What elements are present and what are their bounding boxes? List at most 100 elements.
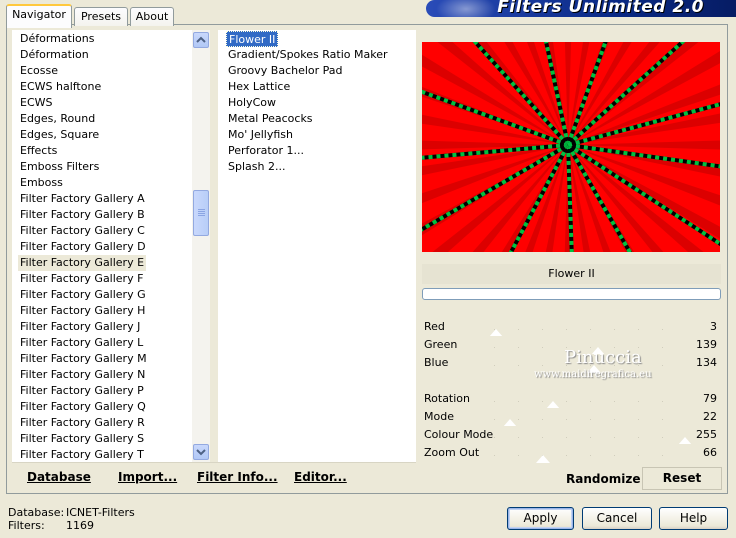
category-item[interactable]: Emboss Filters	[18, 159, 101, 175]
slider-zoom-out[interactable]: Zoom Out 66	[422, 444, 721, 463]
slider-knob[interactable]	[536, 455, 551, 463]
filter-item[interactable]: Mo' Jellyfish	[226, 127, 295, 143]
grip-icon	[198, 209, 205, 217]
category-item[interactable]: Edges, Round	[18, 111, 97, 127]
category-item[interactable]: ECWS	[18, 95, 55, 111]
filter-item[interactable]: Metal Peacocks	[226, 111, 315, 127]
filter-item[interactable]: Hex Lattice	[226, 79, 292, 95]
category-item[interactable]: Filter Factory Gallery T	[18, 447, 146, 462]
filter-preview	[422, 42, 720, 252]
category-item[interactable]: Filter Factory Gallery R	[18, 415, 147, 431]
slider-value: 3	[710, 320, 717, 333]
filter-item[interactable]: HolyCow	[226, 95, 278, 111]
slider-label: Rotation	[424, 392, 471, 405]
category-item[interactable]: Déformations	[18, 31, 96, 47]
slider-track[interactable]	[494, 329, 685, 330]
slider-track[interactable]	[494, 455, 685, 456]
reset-button[interactable]: Reset	[642, 467, 722, 490]
category-item[interactable]: Filter Factory Gallery P	[18, 383, 146, 399]
slider-value: 66	[703, 446, 717, 459]
category-item[interactable]: Filter Factory Gallery H	[18, 303, 147, 319]
category-item[interactable]: Filter Factory Gallery C	[18, 223, 147, 239]
category-item[interactable]: Déformation	[18, 47, 91, 63]
cancel-button[interactable]: Cancel	[582, 507, 652, 530]
category-item[interactable]: Filter Factory Gallery G	[18, 287, 148, 303]
slider-label: Mode	[424, 410, 454, 423]
filter-item[interactable]: Flower II	[226, 31, 279, 47]
progress-bar	[422, 288, 721, 300]
slider-label: Blue	[424, 356, 449, 369]
slider-track[interactable]	[494, 437, 685, 438]
filter-item[interactable]: Gradient/Spokes Ratio Maker	[226, 47, 390, 63]
category-item[interactable]: Edges, Square	[18, 127, 101, 143]
category-item[interactable]: Filter Factory Gallery S	[18, 431, 146, 447]
chevron-up-icon	[196, 36, 206, 43]
category-list[interactable]: Déformations Déformation Ecosse ECWS halfto…	[12, 30, 210, 462]
apply-button[interactable]: Apply	[507, 507, 574, 530]
tab-navigator[interactable]: Navigator	[6, 4, 72, 28]
category-item[interactable]: Filter Factory Gallery J	[18, 319, 142, 335]
preview-ray	[476, 42, 568, 145]
watermark-name: Pinuccia	[564, 347, 642, 368]
filters-label: Filters:	[8, 519, 45, 532]
slider-mode[interactable]: Mode 22	[422, 408, 721, 427]
slider-rotation[interactable]: Rotation 79	[422, 390, 721, 409]
list-action-bar: Database Import... Filter Info... Editor…	[12, 462, 416, 490]
footer-values: ICNET-Filters 1169	[66, 506, 135, 532]
import-button[interactable]: Import...	[118, 470, 177, 484]
preview-image	[422, 42, 720, 252]
slider-colour-mode[interactable]: Colour Mode 255	[422, 426, 721, 445]
filters-unlimited-banner: Filters Unlimited 2.0	[426, 0, 736, 17]
category-item[interactable]: Filter Factory Gallery E	[18, 255, 147, 271]
scroll-up-button[interactable]	[193, 32, 209, 48]
slider-value: 255	[696, 428, 717, 441]
category-item[interactable]: Filter Factory Gallery B	[18, 207, 147, 223]
database-button[interactable]: Database	[27, 470, 91, 484]
slider-label: Red	[424, 320, 445, 333]
filter-item[interactable]: Perforator 1...	[226, 143, 306, 159]
database-label: Database:	[8, 506, 65, 519]
category-item[interactable]: Filter Factory Gallery A	[18, 191, 147, 207]
category-item[interactable]: Filter Factory Gallery L	[18, 335, 145, 351]
slider-value: 139	[696, 338, 717, 351]
slider-label: Zoom Out	[424, 446, 480, 459]
tab-about[interactable]: About	[130, 7, 174, 26]
filter-list[interactable]: Flower II Gradient/Spokes Ratio Maker Groo…	[218, 30, 416, 462]
slider-value: 134	[696, 356, 717, 369]
category-item[interactable]: Filter Factory Gallery D	[18, 239, 148, 255]
randomize-button[interactable]: Randomize	[566, 472, 640, 486]
slider-label: Green	[424, 338, 458, 351]
tab-bar: Navigator Presets About	[6, 4, 176, 28]
watermark-site: www.maidiregrafica.eu	[534, 369, 652, 380]
slider-track[interactable]	[494, 419, 685, 420]
slider-red[interactable]: Red 3	[422, 318, 721, 337]
category-scrollbar[interactable]	[192, 30, 210, 462]
category-item[interactable]: Filter Factory Gallery N	[18, 367, 147, 383]
filters-count: 1169	[66, 519, 94, 532]
category-item[interactable]: Filter Factory Gallery F	[18, 271, 145, 287]
filter-info-button[interactable]: Filter Info...	[197, 470, 278, 484]
banner-title: Filters Unlimited 2.0	[497, 0, 704, 17]
filter-item[interactable]: Groovy Bachelor Pad	[226, 63, 345, 79]
category-item[interactable]: Effects	[18, 143, 59, 159]
category-item[interactable]: Ecosse	[18, 63, 60, 79]
slider-value: 79	[703, 392, 717, 405]
filter-item[interactable]: Splash 2...	[226, 159, 287, 175]
slider-value: 22	[703, 410, 717, 423]
preview-filter-name: Flower II	[422, 264, 721, 284]
help-button[interactable]: Help	[659, 507, 728, 530]
tab-presets[interactable]: Presets	[74, 7, 128, 26]
category-item[interactable]: ECWS halftone	[18, 79, 103, 95]
database-value: ICNET-Filters	[66, 506, 135, 519]
scroll-thumb[interactable]	[193, 190, 209, 236]
category-item[interactable]: Filter Factory Gallery M	[18, 351, 149, 367]
chevron-down-icon	[196, 449, 206, 456]
slider-label: Colour Mode	[424, 428, 494, 441]
footer-labels: Database: Filters:	[8, 506, 64, 532]
category-item[interactable]: Filter Factory Gallery Q	[18, 399, 148, 415]
preview-ray	[472, 145, 568, 252]
slider-track[interactable]	[494, 401, 685, 402]
editor-button[interactable]: Editor...	[294, 470, 347, 484]
scroll-down-button[interactable]	[193, 444, 209, 460]
category-item[interactable]: Emboss	[18, 175, 65, 191]
